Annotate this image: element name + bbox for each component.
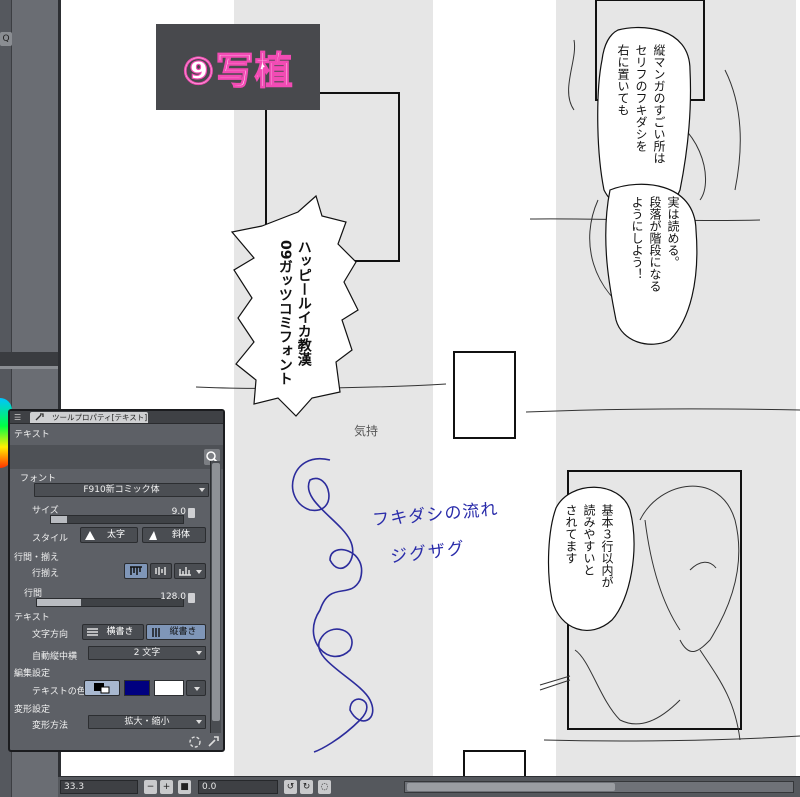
rotation-angle-field[interactable]: 0.0	[198, 780, 278, 794]
spiky-balloon-text: ハッピールイカ教漢 09ガッツコミフォント	[276, 240, 312, 386]
panel-scrollbar[interactable]	[210, 461, 221, 733]
panel-menu-icon[interactable]: ☰	[14, 413, 26, 422]
font-dropdown[interactable]: F910新コミック体	[34, 483, 209, 497]
panel-scrollbar-thumb[interactable]	[212, 463, 220, 721]
direction-label: 文字方向	[32, 630, 69, 640]
sketch-line	[724, 69, 741, 191]
size-spin-button[interactable]	[188, 508, 195, 518]
horizontal-scrollbar-thumb[interactable]	[407, 783, 616, 791]
title-text: ⑨写植	[182, 48, 294, 93]
dock-separator	[0, 352, 58, 366]
wrench-icon	[35, 413, 44, 421]
style-label: スタイル	[32, 534, 69, 544]
tool-name-row: テキスト	[10, 425, 223, 443]
tool-name: テキスト	[14, 430, 50, 440]
italic-button[interactable]: 斜体	[142, 527, 206, 543]
chevron-down-icon	[199, 488, 205, 492]
wrench-icon[interactable]	[206, 735, 220, 749]
vertical-text-label: 縦書き	[169, 627, 197, 637]
bold-button[interactable]: 太字	[80, 527, 138, 543]
sketch-line	[568, 39, 576, 111]
line-spacing-slider-fill	[37, 599, 81, 606]
size-slider-fill	[51, 516, 67, 523]
zoom-field[interactable]: 33.3	[60, 780, 138, 794]
transform-method-label: 変形方法	[32, 721, 69, 731]
sketch-figure	[539, 679, 571, 691]
rotate-left-button[interactable]: ↺	[284, 780, 297, 794]
align-center-button[interactable]	[150, 563, 172, 579]
sketch-figure	[639, 485, 740, 652]
sketch-figure	[539, 675, 571, 686]
reset-rotation-button[interactable]: ◌	[318, 780, 331, 794]
font-value: F910新コミック体	[83, 485, 160, 495]
panel-frame-3	[453, 351, 516, 439]
italic-icon	[149, 531, 157, 540]
status-bar: 33.3 − + ■ 0.0 ↺ ↻ ◌	[58, 776, 800, 797]
sketch-figure	[699, 649, 741, 741]
sketch-figure	[644, 519, 681, 631]
title-plate: ⑨写植	[156, 24, 320, 110]
bold-icon	[85, 531, 95, 540]
transform-section: 変形設定	[14, 705, 51, 715]
chevron-down-icon	[194, 687, 200, 691]
flow-scribble	[291, 457, 374, 753]
zoom-out-button[interactable]: −	[144, 780, 157, 794]
mid-balloon-text: 実は読める。 段落が階段になる ようにしよう！	[630, 196, 680, 292]
handwritten-scribble: 気持	[354, 424, 379, 438]
main-color-icon	[94, 683, 110, 694]
sketch-line	[525, 408, 800, 413]
auto-tcy-dropdown[interactable]: 2 文字	[88, 646, 206, 660]
horizontal-scrollbar[interactable]	[404, 781, 794, 793]
reset-icon[interactable]	[188, 735, 202, 749]
tool-preview-row	[10, 445, 223, 469]
sketch-figure	[574, 649, 681, 725]
vertical-text-button[interactable]: 縦書き	[146, 624, 206, 640]
low-balloon-text: 基本３行以内が 読みやすいと されてます	[564, 504, 614, 588]
transform-method-value: 拡大・縮小	[124, 717, 170, 727]
align-bottom-icon	[179, 567, 191, 576]
fit-window-button[interactable]: ■	[178, 780, 191, 794]
sub-color-swatch[interactable]	[124, 680, 150, 696]
auto-tcy-value: 2 文字	[133, 648, 161, 658]
zoom-tool-icon[interactable]: Q	[0, 32, 12, 46]
rotate-right-button[interactable]: ↻	[300, 780, 313, 794]
align-center-icon	[155, 567, 166, 575]
edit-section: 編集設定	[14, 669, 51, 679]
vertical-text-icon	[152, 628, 160, 637]
color-dropdown-button[interactable]	[186, 680, 206, 696]
zoom-in-button[interactable]: +	[160, 780, 173, 794]
text-section: テキスト	[14, 613, 50, 623]
align-top-button[interactable]	[124, 563, 148, 579]
text-color-label: テキストの色	[32, 687, 86, 697]
chevron-down-icon	[196, 570, 202, 574]
line-spacing-section: 行間・揃え	[14, 553, 60, 563]
dock-splitter[interactable]	[0, 366, 58, 369]
align-bottom-button[interactable]	[174, 563, 206, 579]
horizontal-text-icon	[87, 628, 98, 636]
horizontal-text-label: 横書き	[106, 627, 134, 637]
italic-label: 斜体	[171, 530, 190, 540]
transform-method-dropdown[interactable]: 拡大・縮小	[88, 715, 206, 729]
panel-header[interactable]: ☰ ツールプロパティ[テキスト]	[10, 411, 223, 424]
size-value[interactable]: 9.0	[150, 507, 186, 517]
tab-tool-property[interactable]: ツールプロパティ[テキスト]	[30, 412, 148, 423]
tool-property-panel: ☰ ツールプロパティ[テキスト] テキスト フォント F910新コミック体 サイ…	[8, 409, 225, 752]
transparent-color-swatch[interactable]	[154, 680, 184, 696]
alignment-label: 行揃え	[32, 569, 60, 579]
auto-tcy-label: 自動縦中横	[32, 652, 78, 662]
line-spacing-value[interactable]: 128.0	[150, 592, 186, 602]
line-spacing-spin-button[interactable]	[188, 593, 195, 603]
main-color-button[interactable]	[84, 680, 120, 696]
chevron-down-icon	[196, 720, 202, 724]
bold-label: 太字	[106, 530, 125, 540]
align-top-icon	[130, 566, 142, 575]
sketch-figure	[689, 561, 717, 571]
panel-frame-5	[463, 750, 526, 776]
tab-tool-property-label: ツールプロパティ[テキスト]	[52, 413, 148, 422]
chevron-down-icon	[196, 651, 202, 655]
sketch-line	[543, 735, 800, 742]
horizontal-text-button[interactable]: 横書き	[82, 624, 144, 640]
